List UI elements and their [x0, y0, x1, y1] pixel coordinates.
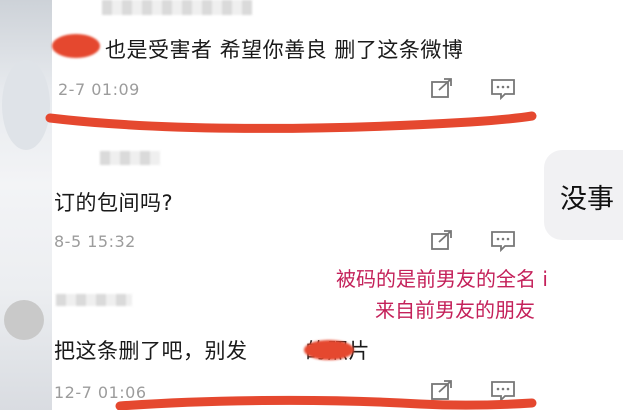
underline-stroke	[115, 395, 537, 410]
reply-bubble-text: 没事	[560, 184, 614, 215]
annotation-line: 来自前男友的朋友	[375, 298, 535, 322]
annotation-line: 被码的是前男友的全名 i	[336, 267, 548, 291]
underline-strokes	[45, 111, 537, 410]
underline-stroke	[45, 111, 537, 133]
